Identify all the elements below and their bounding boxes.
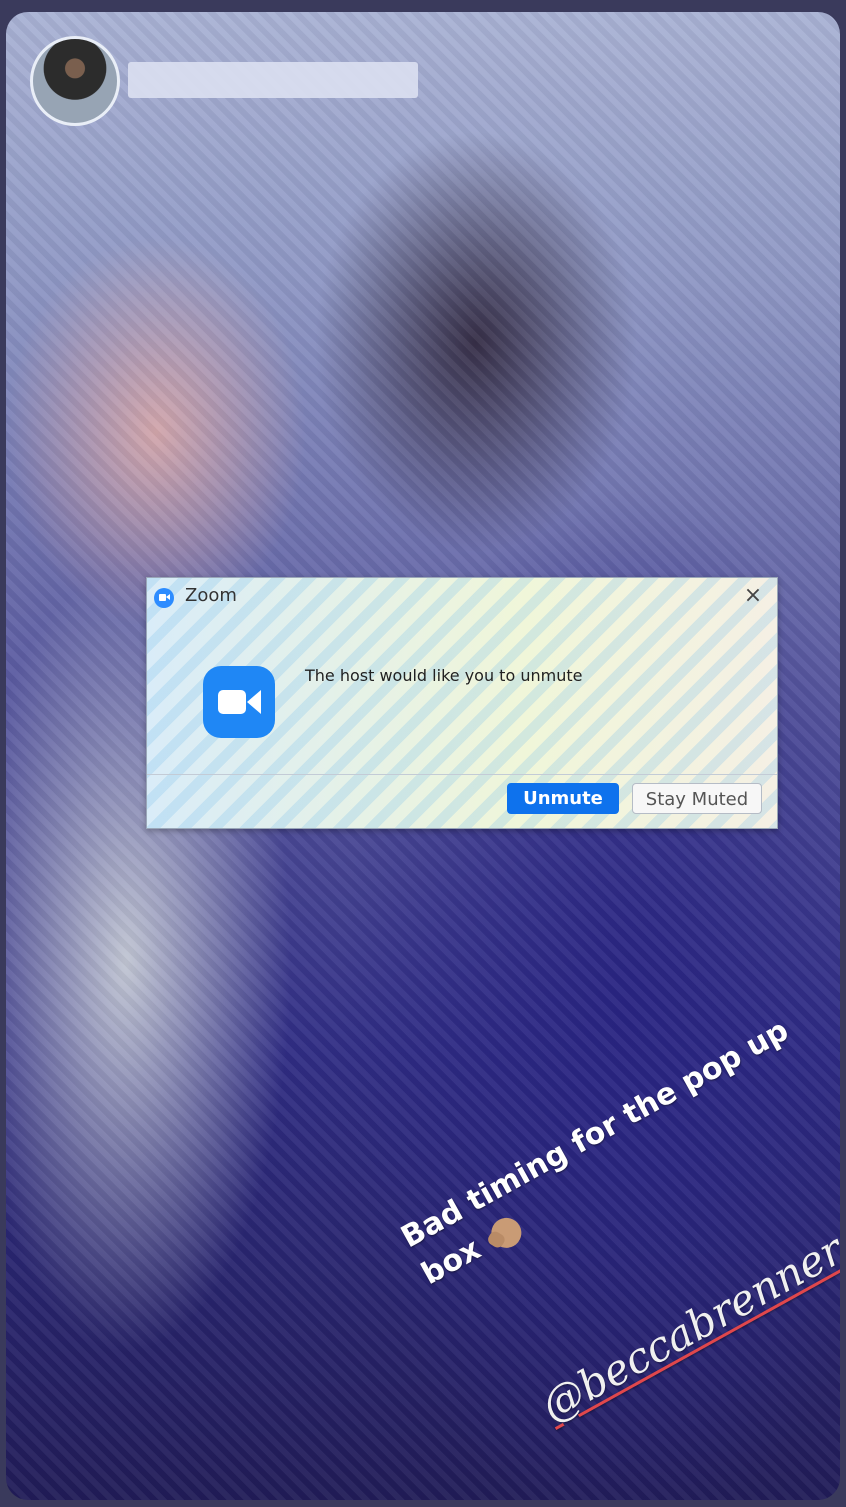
zoom-icon xyxy=(154,588,174,608)
unmute-button[interactable]: Unmute xyxy=(507,783,619,814)
zoom-app-icon xyxy=(203,666,275,738)
dialog-title: Zoom xyxy=(185,585,237,606)
dialog-message: The host would like you to unmute xyxy=(305,666,583,685)
camera-lens xyxy=(247,690,261,714)
story-frame: Zoom × The host would like you to unmute… xyxy=(6,12,840,1500)
zoom-unmute-dialog: Zoom × The host would like you to unmute… xyxy=(146,577,778,829)
close-icon[interactable]: × xyxy=(741,584,765,608)
stay-muted-button[interactable]: Stay Muted xyxy=(632,783,762,814)
facepalm-emoji xyxy=(485,1212,527,1253)
username-redacted xyxy=(128,62,418,98)
camera-body xyxy=(218,690,246,714)
avatar[interactable] xyxy=(30,36,120,126)
dialog-titlebar: Zoom × xyxy=(147,578,777,612)
dialog-divider xyxy=(147,774,777,775)
